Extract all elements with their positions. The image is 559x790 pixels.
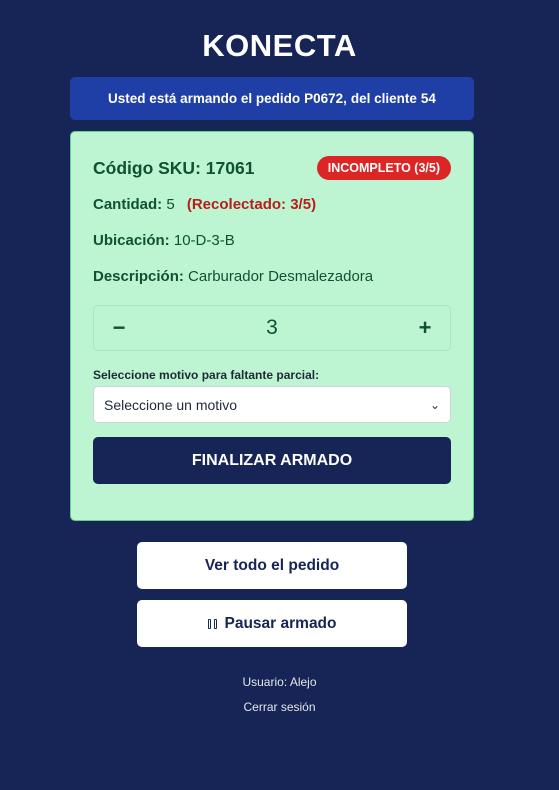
banner-middle: del cliente [350,91,417,106]
view-order-label: Ver todo el pedido [204,556,340,574]
location-field: Ubicación: 10-D-3-B [93,232,235,249]
app-title: KONECTA [202,28,357,63]
pause-icon [207,618,217,629]
finalize-button[interactable]: FINALIZAR ARMADO [93,437,451,484]
motivo-label: Seleccione motivo para faltante parcial: [93,368,320,382]
collected-text: (Recolectado: 3/5) [186,196,317,213]
user-label: Usuario: Alejo [242,675,317,689]
description-label: Descripción: [93,268,184,285]
pause-label: Pausar armado [224,614,337,632]
decrement-button[interactable]: − [108,315,130,341]
view-order-button[interactable]: Ver todo el pedido [137,542,407,589]
quantity-value: 5 [166,196,175,213]
motivo-select[interactable]: Seleccione un motivo ⌄ [93,386,451,423]
sku-row: Código SKU: 17061 INCOMPLETO (3/5) [93,156,451,180]
quantity-field: Cantidad: 5 (Recolectado: 3/5) [93,196,316,213]
sku-title: Código SKU: 17061 [93,158,254,179]
description-field: Descripción: Carburador Desmalezadora [93,268,373,285]
description-value: Carburador Desmalezadora [188,268,374,285]
banner-order-id: P0672, [304,91,347,106]
quantity-label: Cantidad: [93,196,163,213]
location-label: Ubicación: [93,232,170,249]
sku-label: Código SKU: [93,157,201,178]
banner-prefix: Usted está armando el pedido [108,91,301,106]
location-value: 10-D-3-B [173,232,235,249]
increment-button[interactable]: + [414,315,436,341]
logout-link[interactable]: Cerrar sesión [0,700,559,714]
order-banner: Usted está armando el pedido P0672, del … [70,77,474,120]
pause-button[interactable]: Pausar armado [137,600,407,647]
stepper-value[interactable]: 3 [266,316,278,340]
status-badge: INCOMPLETO (3/5) [316,156,451,180]
quantity-stepper: − 3 + [93,305,451,351]
app-root: KONECTA Usted está armando el pedido P06… [0,0,559,790]
chevron-down-icon: ⌄ [429,397,440,412]
item-card: Código SKU: 17061 INCOMPLETO (3/5) Canti… [70,131,474,521]
motivo-selected-value: Seleccione un motivo [104,396,238,413]
sku-value: 17061 [205,157,255,178]
banner-client-id: 54 [420,91,436,106]
